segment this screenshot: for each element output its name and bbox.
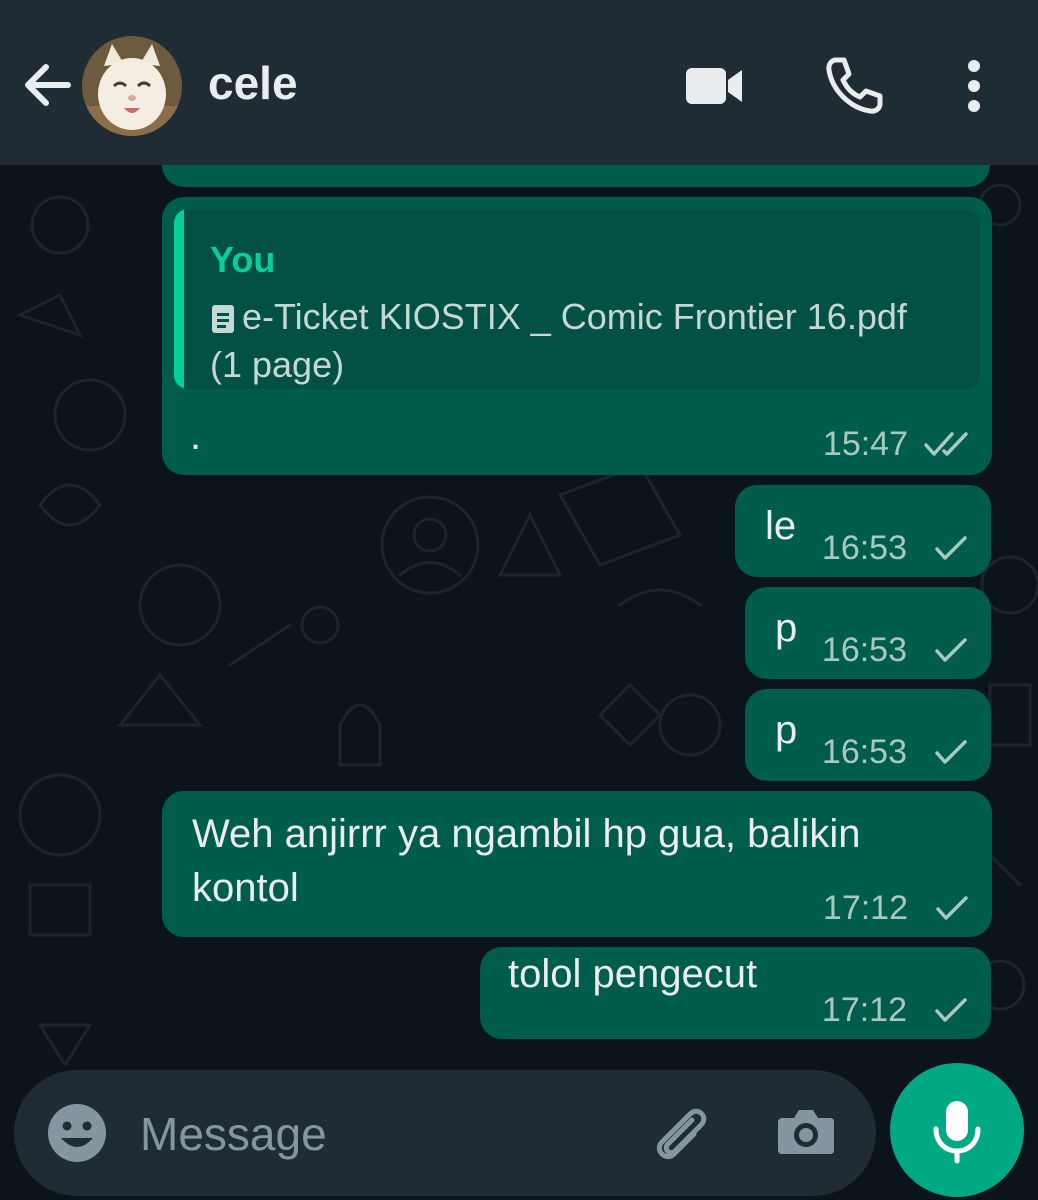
quote-text: e-Ticket KIOSTIX _ Comic Frontier 16.pdf… [210,296,907,385]
arrow-back-icon[interactable] [18,56,76,114]
message-bubble[interactable]: Weh anjirrr ya ngambil hp gua, balikin k… [162,791,992,937]
video-camera-icon[interactable] [682,54,746,118]
message-bubble[interactable]: le 16:53 [735,485,991,577]
single-check-icon [936,896,968,920]
quote-author: You [210,239,276,280]
message-time: 17:12 [821,991,907,1029]
message-time: 16:53 [821,529,907,567]
message-text: p [775,708,798,752]
chat-header: cele [0,0,1038,165]
message-time: 16:53 [821,631,907,669]
message-input[interactable] [138,1100,612,1168]
camera-icon[interactable] [774,1100,838,1164]
message-time: 16:53 [821,733,907,771]
chat-screen: cele You e-Ticket KIOSTIX _ Comic Fronti… [0,0,1038,1200]
message-time: 15:47 [822,425,908,463]
avatar[interactable] [82,36,182,136]
microphone-icon [933,1101,981,1164]
paperclip-icon[interactable] [646,1100,716,1170]
message-list[interactable]: You e-Ticket KIOSTIX _ Comic Frontier 16… [0,165,1038,1065]
message-text: . [190,414,202,458]
message-bubble[interactable]: p 16:53 [745,689,991,781]
voice-record-button[interactable] [890,1063,1024,1197]
single-check-icon [935,638,967,662]
quote-accent-bar [174,209,184,389]
message-time: 17:12 [822,889,908,927]
message-bubble[interactable]: You e-Ticket KIOSTIX _ Comic Frontier 16… [162,197,992,475]
message-bubble-partial [162,165,990,187]
single-check-icon [935,740,967,764]
message-text: p [775,606,798,650]
message-composer [14,1070,876,1196]
double-check-icon [924,432,968,456]
emoji-icon[interactable] [44,1100,110,1166]
phone-icon[interactable] [822,54,886,118]
single-check-icon [935,536,967,560]
quoted-message[interactable]: You e-Ticket KIOSTIX _ Comic Frontier 16… [174,209,980,389]
message-text: tolol pengecut [508,952,758,996]
more-vertical-icon[interactable] [944,54,1004,118]
message-bubble[interactable]: tolol pengecut 17:12 [480,947,991,1039]
message-bubble[interactable]: p 16:53 [745,587,991,679]
message-text: le [765,504,797,548]
single-check-icon [935,998,967,1022]
contact-name[interactable]: cele [208,56,298,110]
